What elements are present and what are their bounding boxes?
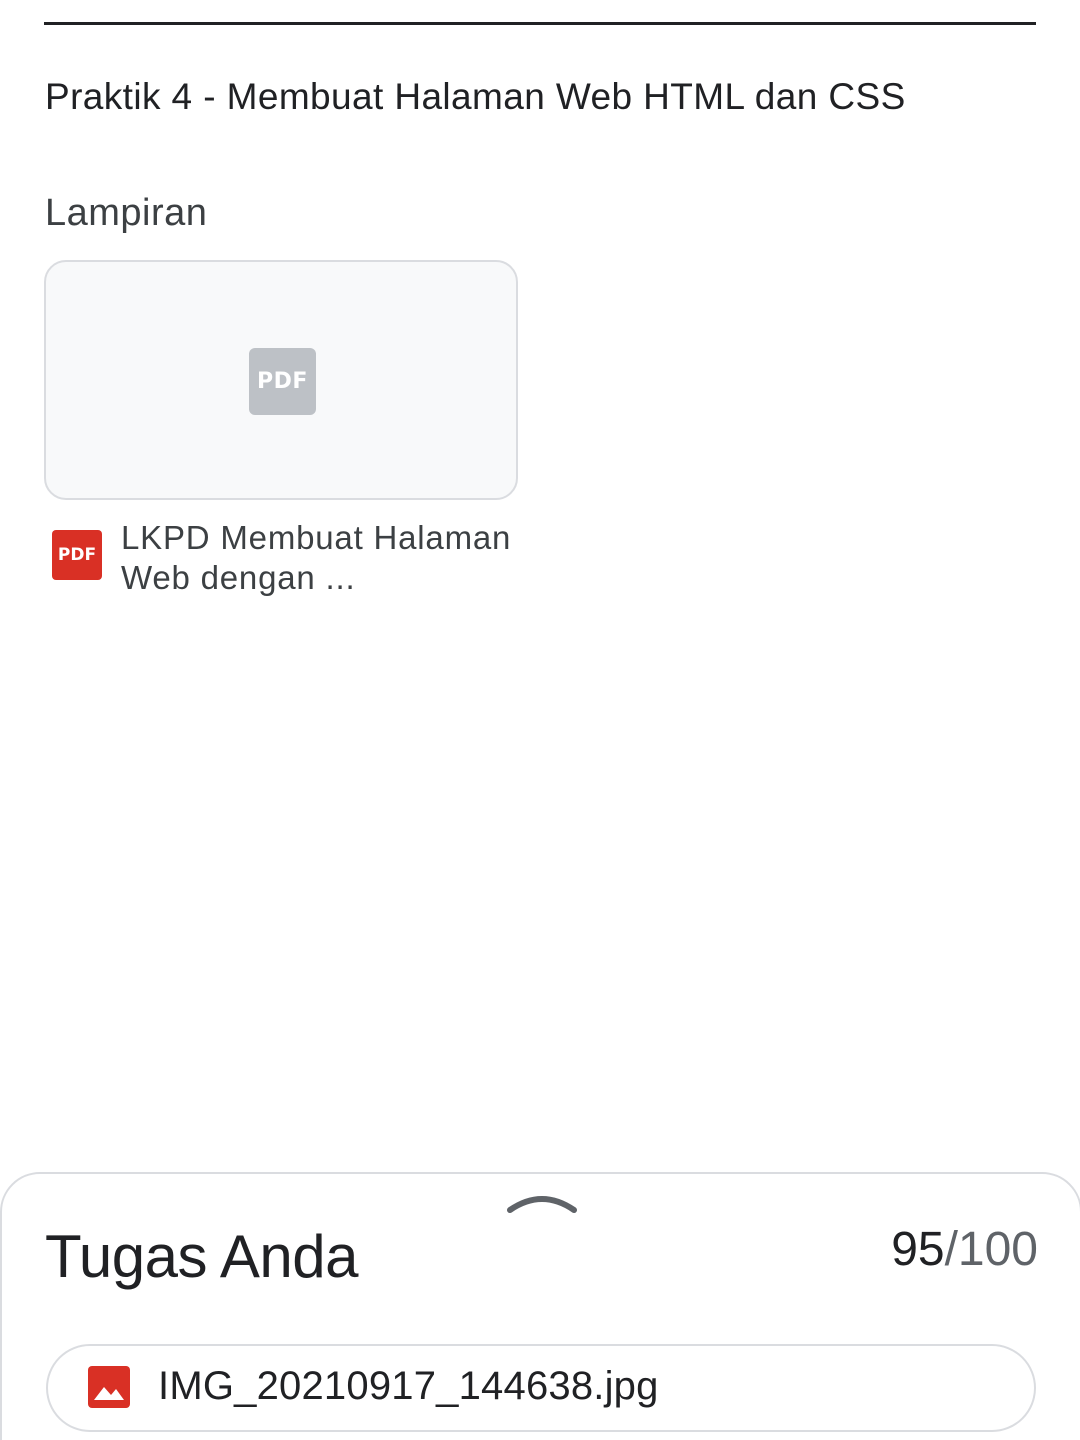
assignment-detail-page: Praktik 4 - Membuat Halaman Web HTML dan…	[0, 0, 1080, 1440]
grade: 95/100	[891, 1222, 1038, 1277]
assignment-description: Praktik 4 - Membuat Halaman Web HTML dan…	[45, 76, 906, 117]
your-work-title: Tugas Anda	[45, 1223, 359, 1290]
pdf-icon: PDF	[52, 530, 102, 580]
submitted-file-chip[interactable]: IMG_20210917_144638.jpg	[46, 1344, 1036, 1432]
grade-max: /100	[944, 1223, 1038, 1276]
submitted-file-name: IMG_20210917_144638.jpg	[158, 1364, 659, 1408]
pdf-thumbnail-icon: PDF	[249, 348, 316, 415]
attachment-thumbnail-card[interactable]: PDF	[44, 260, 518, 500]
top-divider	[44, 22, 1036, 25]
attachments-heading: Lampiran	[45, 192, 208, 234]
chevron-up-icon[interactable]	[507, 1190, 577, 1214]
grade-score: 95	[891, 1223, 945, 1276]
image-icon	[88, 1366, 130, 1408]
attachment-name: LKPD Membuat Halaman Web dengan ...	[121, 519, 512, 596]
